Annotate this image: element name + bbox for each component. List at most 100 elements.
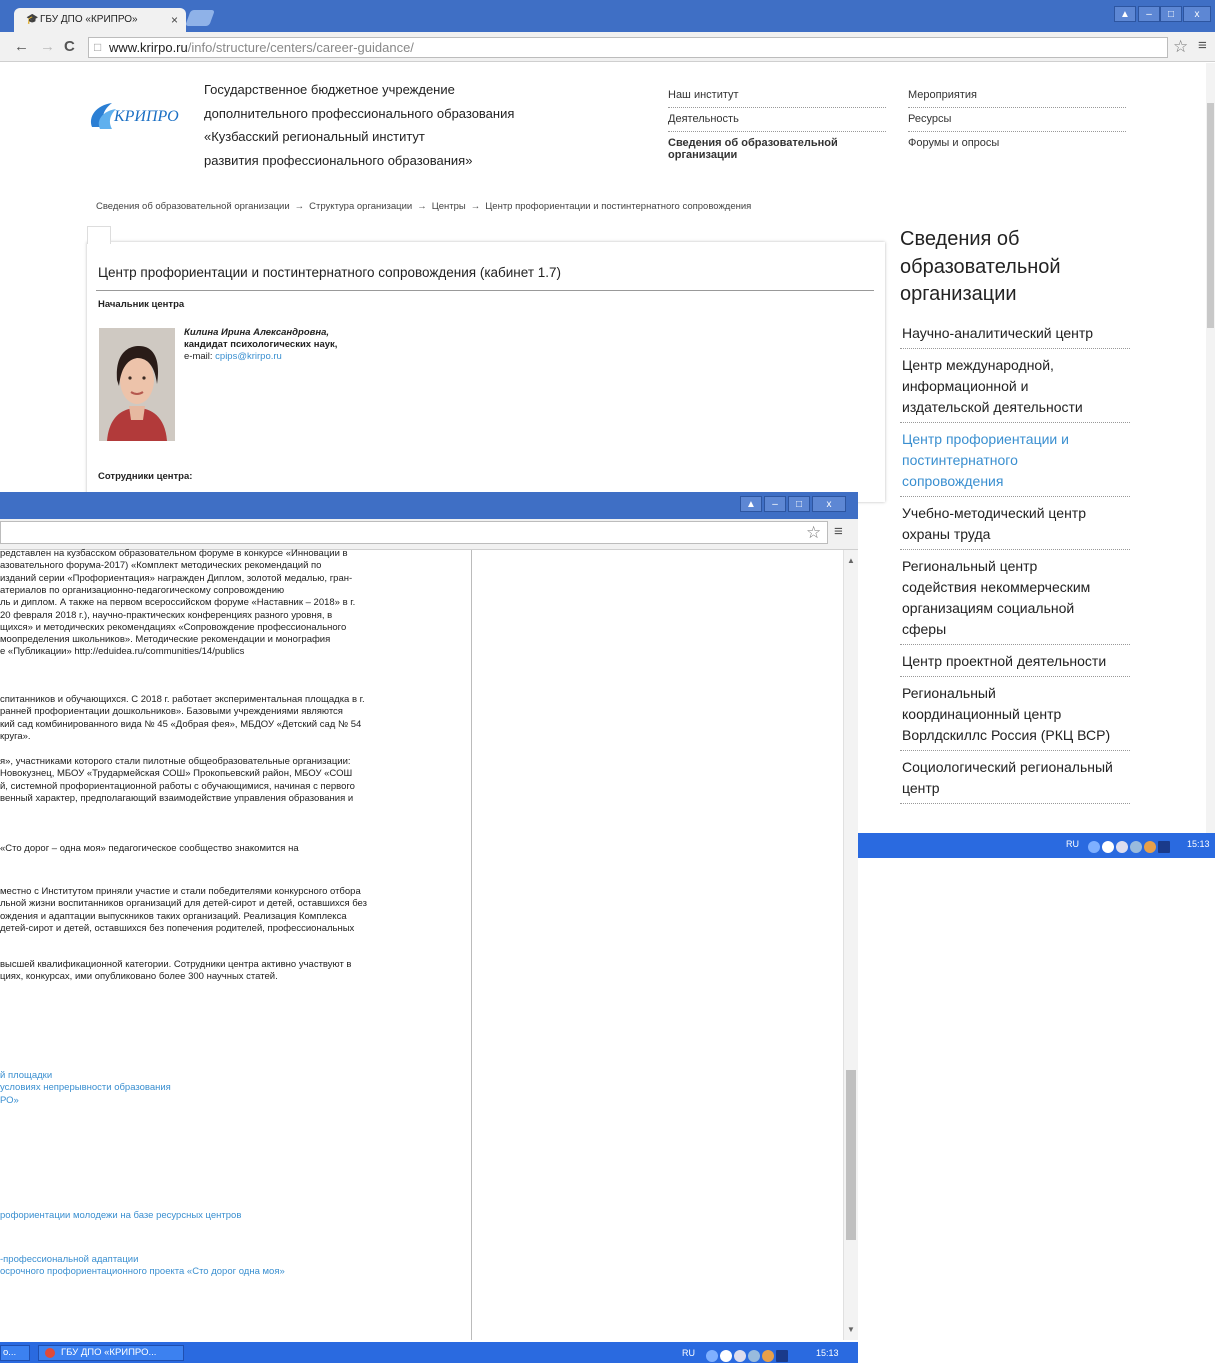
sidebar-item-line: охраны труда [902, 525, 991, 542]
taskbar-button-browser[interactable]: ГБУ ДПО «КРИПРО... [38, 1345, 184, 1361]
tray-lang[interactable]: RU [1066, 839, 1079, 849]
sidebar-item[interactable]: Региональный координационный центр Ворлдск… [900, 683, 1130, 751]
tray-app-icon[interactable] [1144, 840, 1156, 853]
org-title-line: «Кузбасский региональный институт [204, 129, 425, 144]
document-link[interactable]: РО» [0, 1095, 19, 1107]
bookmark-star-icon[interactable]: ☆ [1173, 37, 1188, 57]
paragraph-line: ранней профориентации дошкольников». Баз… [0, 706, 343, 718]
breadcrumb-item[interactable]: Структура организации [309, 201, 412, 212]
page-scrollbar-2[interactable]: ▲ ▼ [843, 550, 858, 1340]
maximize-button-2[interactable]: □ [788, 496, 810, 512]
document-link[interactable]: -профессиональной адаптации [0, 1254, 138, 1266]
document-link[interactable]: й площадки [0, 1070, 52, 1082]
top-nav-col1: Наш институт Деятельность Сведения об об… [668, 84, 886, 161]
nav-activity[interactable]: Деятельность [668, 108, 886, 132]
sidebar-item-line: содействия некоммерческим [902, 578, 1091, 595]
paragraph-line: льной жизни воспитанников организаций дл… [0, 898, 367, 910]
scroll-down-icon[interactable]: ▼ [847, 1325, 855, 1334]
sidebar-item-line: Региональный центр [902, 557, 1038, 574]
sidebar-item-line: Центр международной, [902, 356, 1054, 373]
favicon-icon: 🎓 [26, 14, 39, 25]
menu-icon-2[interactable]: ≡ [834, 523, 843, 540]
sidebar-item-line: постинтернатного [902, 451, 1018, 468]
tray-printer-icon[interactable] [734, 1349, 746, 1362]
user-icon-2[interactable]: ▲ [740, 496, 762, 512]
close-window-button[interactable]: x [1183, 6, 1211, 22]
maximize-button[interactable]: □ [1160, 6, 1182, 22]
address-bar[interactable]: □ www.krirpo.ru/info/structure/centers/c… [88, 37, 1168, 58]
paragraph-line: кий сад комбинированного вида № 45 «Добр… [0, 718, 362, 730]
back-icon[interactable]: ← [14, 38, 29, 55]
breadcrumb-arrow-icon: → [470, 201, 481, 212]
minimize-button-2[interactable]: – [764, 496, 786, 512]
sidebar-item[interactable]: Научно-аналитический центр [900, 323, 1130, 349]
browser-tab[interactable]: 🎓 ГБУ ДПО «КРИПРО» × [14, 8, 186, 32]
sidebar-item[interactable]: Центр проектной деятельности [900, 651, 1130, 677]
tray-clock[interactable]: 15:13 [1187, 839, 1210, 849]
tab-title: ГБУ ДПО «КРИПРО» [40, 14, 138, 25]
sidebar-item-line: координационный центр [902, 705, 1062, 722]
paragraph-line: моопределения школьников». Методические … [0, 634, 331, 646]
user-icon[interactable]: ▲ [1114, 6, 1136, 22]
paragraph-line: циях, конкурсах, ими опубликовано более … [0, 971, 278, 983]
nav-events[interactable]: Мероприятия [908, 84, 1126, 108]
tray-lang-2[interactable]: RU [682, 1348, 695, 1358]
sidebar-item-line: Социологический региональный [902, 758, 1113, 775]
nav-org-info[interactable]: Сведения об образовательной организации [668, 132, 886, 161]
chrome-icon [45, 1348, 55, 1358]
nav-forums[interactable]: Форумы и опросы [908, 132, 1126, 156]
close-tab-icon[interactable]: × [171, 13, 178, 27]
bookmark-star-icon-2[interactable]: ☆ [806, 523, 821, 543]
card-tab [87, 226, 111, 244]
tray-monitor-icon[interactable] [776, 1349, 788, 1362]
tray-app-icon[interactable] [762, 1349, 774, 1362]
tray-monitor-icon[interactable] [1158, 840, 1170, 853]
sidebar-item[interactable]: Центр международной, информационной и изда… [900, 355, 1130, 423]
tray-network-icon[interactable] [1102, 840, 1114, 853]
scroll-up-icon[interactable]: ▲ [847, 556, 855, 565]
breadcrumb: Сведения об образовательной организации →… [96, 201, 751, 212]
document-link[interactable]: рофориентации молодежи на базе ресурсных… [0, 1210, 241, 1222]
document-link[interactable]: осрочного профориентационного проекта «С… [0, 1266, 285, 1278]
close-window-button-2[interactable]: x [812, 496, 846, 512]
tray-clock-2[interactable]: 15:13 [816, 1348, 839, 1358]
sidebar-item-line: сферы [902, 620, 947, 637]
tray-icons [1086, 838, 1170, 856]
tray-back-icon[interactable] [706, 1349, 718, 1362]
tray-volume-icon[interactable] [1130, 840, 1142, 853]
address-bar-2[interactable] [0, 521, 828, 544]
sidebar-item-line: информационной и [902, 377, 1029, 394]
description-text: редставлен на кузбасском образовательном… [0, 548, 472, 1328]
content-card [87, 242, 885, 502]
sidebar-item[interactable]: Центр профориентации и постинтернатного со… [900, 429, 1130, 497]
reload-icon[interactable]: C [64, 38, 75, 55]
head-degree: кандидат психологических наук, [184, 339, 338, 350]
sidebar-item[interactable]: Региональный центр содействия некоммерчес… [900, 556, 1130, 645]
sidebar-title-line: организации [900, 283, 1017, 305]
tray-network-icon[interactable] [720, 1349, 732, 1362]
page-scrollbar[interactable] [1206, 63, 1215, 833]
breadcrumb-current: Центр профориентации и постинтернатного … [485, 201, 752, 212]
tray-printer-icon[interactable] [1116, 840, 1128, 853]
krirpo-logo[interactable]: КРИПРО [86, 95, 196, 135]
top-nav-col2: Мероприятия Ресурсы Форумы и опросы [908, 84, 1126, 156]
nav-our-institute[interactable]: Наш институт [668, 84, 886, 108]
forward-icon[interactable]: → [40, 38, 55, 55]
breadcrumb-item[interactable]: Центры [432, 201, 466, 212]
taskbar-button-partial[interactable]: о... [0, 1345, 30, 1361]
tray-icons-2 [704, 1347, 788, 1365]
sidebar-item-line: центр [902, 779, 940, 796]
email-link[interactable]: cpips@krirpo.ru [215, 351, 282, 362]
breadcrumb-item[interactable]: Сведения об образовательной организации [96, 201, 290, 212]
scrollbar-thumb[interactable] [1207, 103, 1214, 328]
sidebar-item[interactable]: Социологический региональный центр [900, 757, 1130, 804]
menu-icon[interactable]: ≡ [1198, 37, 1207, 54]
tray-back-icon[interactable] [1088, 840, 1100, 853]
logo-text: КРИПРО [113, 108, 179, 125]
nav-resources[interactable]: Ресурсы [908, 108, 1126, 132]
scrollbar-thumb-2[interactable] [846, 1070, 856, 1240]
minimize-button[interactable]: – [1138, 6, 1160, 22]
tray-volume-icon[interactable] [748, 1349, 760, 1362]
sidebar-item[interactable]: Учебно-методический центр охраны труда [900, 503, 1130, 550]
document-link[interactable]: условиях непрерывности образования [0, 1082, 171, 1094]
